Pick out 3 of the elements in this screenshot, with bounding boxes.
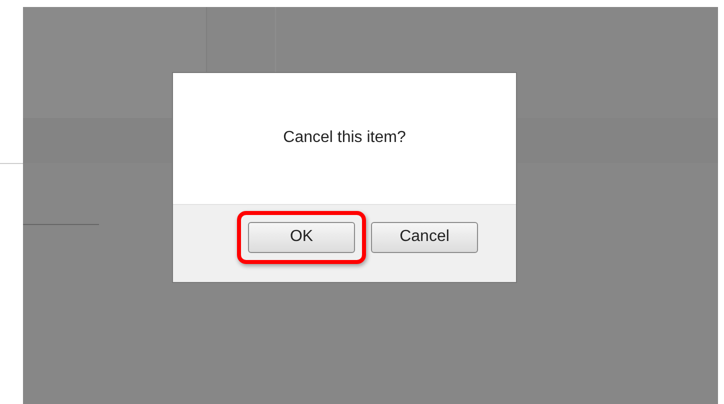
ok-button[interactable]: OK <box>248 222 355 252</box>
dialog-message: Cancel this item? <box>283 128 406 148</box>
cancel-button[interactable]: Cancel <box>371 222 478 252</box>
